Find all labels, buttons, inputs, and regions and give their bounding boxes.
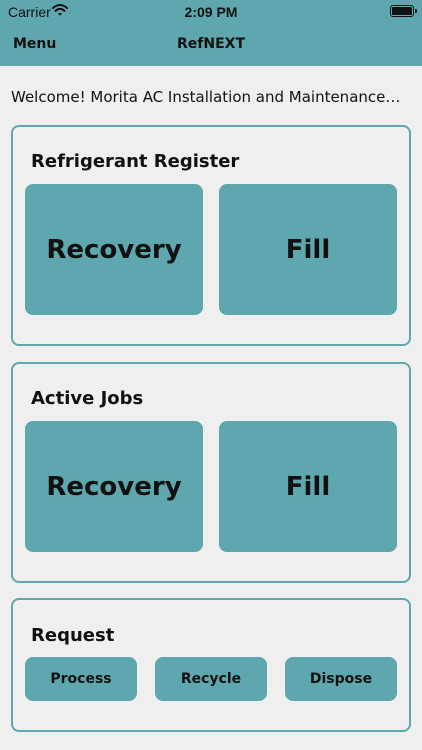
status-bar: Carrier 2:09 PM: [0, 0, 422, 24]
clock: 2:09 PM: [184, 4, 238, 20]
welcome-message: Welcome! Morita AC Installation and Main…: [11, 88, 401, 106]
active-jobs-title: Active Jobs: [31, 388, 144, 409]
active-jobs-recovery-button[interactable]: Recovery: [25, 421, 203, 552]
process-button[interactable]: Process: [25, 657, 137, 701]
active-jobs-panel: Active Jobs Recovery Fill: [11, 362, 411, 583]
battery-icon: [390, 5, 417, 17]
refrigerant-register-panel: Refrigerant Register Recovery Fill: [11, 125, 411, 346]
app-title: RefNEXT: [177, 36, 245, 52]
dispose-button[interactable]: Dispose: [285, 657, 397, 701]
request-panel: Request Process Recycle Dispose: [11, 598, 411, 732]
register-recovery-button[interactable]: Recovery: [25, 184, 203, 315]
active-jobs-fill-button[interactable]: Fill: [219, 421, 397, 552]
nav-bar: Menu RefNEXT: [0, 24, 422, 66]
request-title: Request: [31, 625, 115, 646]
register-fill-button[interactable]: Fill: [219, 184, 397, 315]
recycle-button[interactable]: Recycle: [155, 657, 267, 701]
refrigerant-register-title: Refrigerant Register: [31, 151, 240, 172]
